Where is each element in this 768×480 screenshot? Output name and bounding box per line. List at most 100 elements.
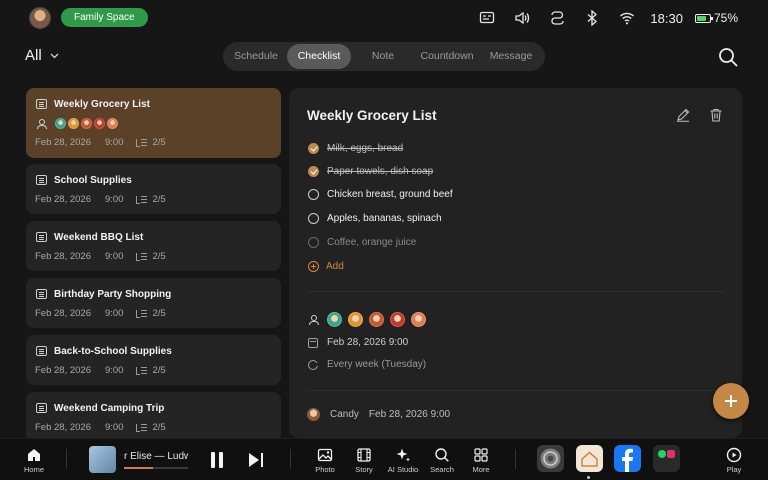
user-avatar[interactable] bbox=[29, 7, 51, 29]
person-icon bbox=[308, 314, 319, 325]
member-avatar bbox=[369, 312, 384, 327]
author-avatar bbox=[307, 408, 320, 421]
filter-dropdown[interactable]: All bbox=[25, 47, 59, 64]
track-progress bbox=[124, 467, 188, 469]
tab-message[interactable]: Message bbox=[479, 44, 543, 69]
tab-note[interactable]: Note bbox=[351, 44, 415, 69]
checklist-item[interactable]: Apples, bananas, spinach bbox=[308, 213, 442, 224]
member-avatar bbox=[411, 312, 426, 327]
author-row: Candy Feb 28, 2026 9:00 bbox=[307, 408, 450, 421]
subtasks-icon bbox=[135, 309, 147, 318]
app-folder-icon[interactable] bbox=[653, 445, 680, 472]
checked-checkbox[interactable] bbox=[308, 143, 319, 154]
album-art[interactable] bbox=[89, 446, 116, 473]
member-avatar bbox=[81, 118, 92, 129]
facebook-icon[interactable] bbox=[614, 445, 641, 472]
calendar-icon bbox=[308, 337, 318, 348]
dock-play[interactable]: Play bbox=[714, 443, 754, 474]
play-icon bbox=[726, 447, 742, 463]
item-text: Apples, bananas, spinach bbox=[327, 213, 442, 224]
bottom-dock: Home r Elise — Ludw Photo Story AI Studi… bbox=[0, 438, 768, 480]
card-time: 9:00 bbox=[105, 137, 124, 148]
grid-icon bbox=[473, 447, 489, 463]
card-time: 9:00 bbox=[105, 251, 124, 262]
subtasks-icon bbox=[135, 366, 147, 375]
link-icon[interactable] bbox=[548, 9, 566, 27]
card-progress: 2/5 bbox=[152, 251, 166, 262]
item-text: Chicken breast, ground beef bbox=[327, 189, 453, 200]
member-avatar bbox=[68, 118, 79, 129]
checklist-card[interactable]: Weekend Camping Trip Feb 28, 2026 9:00 2/5 bbox=[26, 392, 281, 442]
wifi-icon[interactable] bbox=[618, 9, 636, 27]
checklist-item[interactable]: Chicken breast, ground beef bbox=[308, 189, 453, 200]
card-meta: Feb 28, 2026 9:00 2/5 bbox=[35, 308, 166, 319]
card-progress: 2/5 bbox=[152, 194, 166, 205]
dock-search[interactable]: Search bbox=[422, 443, 462, 474]
checklist-card[interactable]: Birthday Party Shopping Feb 28, 2026 9:00 2… bbox=[26, 278, 281, 328]
family-space-button[interactable]: Family Space bbox=[61, 8, 148, 27]
checklist-card[interactable]: Weekend BBQ List Feb 28, 2026 9:00 2/5 bbox=[26, 221, 281, 271]
add-item-button[interactable]: Add bbox=[308, 261, 344, 272]
battery-percent: 75% bbox=[713, 11, 738, 25]
checked-checkbox[interactable] bbox=[308, 166, 319, 177]
list-icon bbox=[36, 403, 47, 413]
divider bbox=[515, 449, 516, 469]
checklist-item[interactable]: Paper towels, dish soap bbox=[308, 166, 433, 177]
clock: 18:30 bbox=[650, 10, 683, 26]
settings-app-icon[interactable] bbox=[537, 445, 564, 472]
member-avatar bbox=[55, 118, 66, 129]
checkbox[interactable] bbox=[308, 213, 319, 224]
view-tabs: Schedule Checklist Note Countdown Message bbox=[223, 42, 545, 71]
battery-icon bbox=[694, 13, 713, 23]
divider bbox=[307, 390, 724, 391]
checklist-card[interactable]: Weekly Grocery List Feb 28, 2026 9:00 2/5 bbox=[26, 88, 281, 158]
checklist-detail: Weekly Grocery List Milk, eggs, bread Pap… bbox=[289, 88, 742, 438]
chevron-down-icon bbox=[50, 53, 59, 58]
status-icons: 18:30 75% bbox=[461, 9, 738, 27]
skip-next-icon[interactable] bbox=[249, 452, 263, 468]
caption-icon[interactable] bbox=[478, 9, 496, 27]
dock-story[interactable]: Story bbox=[344, 443, 384, 474]
dock-play-label: Play bbox=[726, 465, 742, 474]
checkbox[interactable] bbox=[308, 237, 319, 248]
dock-ai-studio[interactable]: AI Studio bbox=[383, 443, 423, 474]
family-hub-app-icon[interactable] bbox=[576, 445, 603, 472]
subtasks-icon bbox=[135, 138, 147, 147]
bluetooth-icon[interactable] bbox=[583, 9, 601, 27]
trash-icon[interactable] bbox=[709, 108, 723, 122]
checklist-item[interactable]: Milk, eggs, bread bbox=[308, 143, 403, 154]
dock-more[interactable]: More bbox=[461, 443, 501, 474]
list-icon bbox=[36, 289, 47, 299]
dock-home[interactable]: Home bbox=[14, 443, 54, 474]
tab-checklist[interactable]: Checklist bbox=[287, 44, 351, 69]
tab-countdown[interactable]: Countdown bbox=[415, 44, 479, 69]
search-icon[interactable] bbox=[718, 47, 738, 67]
person-icon bbox=[36, 118, 47, 129]
volume-icon[interactable] bbox=[513, 9, 531, 27]
card-date: Feb 28, 2026 bbox=[35, 365, 91, 376]
dock-photo[interactable]: Photo bbox=[305, 443, 345, 474]
edit-icon[interactable] bbox=[676, 108, 690, 122]
pause-icon[interactable] bbox=[210, 452, 224, 468]
card-meta: Feb 28, 2026 9:00 2/5 bbox=[35, 365, 166, 376]
card-date: Feb 28, 2026 bbox=[35, 137, 91, 148]
card-progress: 2/5 bbox=[152, 365, 166, 376]
tab-schedule[interactable]: Schedule bbox=[225, 44, 287, 69]
card-title: Birthday Party Shopping bbox=[54, 289, 172, 300]
card-progress: 2/5 bbox=[152, 137, 166, 148]
detail-title: Weekly Grocery List bbox=[307, 108, 437, 123]
checklist-item[interactable]: Coffee, orange juice bbox=[308, 237, 416, 248]
add-fab-button[interactable] bbox=[713, 383, 749, 419]
checklist-card[interactable]: School Supplies Feb 28, 2026 9:00 2/5 bbox=[26, 164, 281, 214]
item-text: Milk, eggs, bread bbox=[327, 143, 404, 154]
card-time: 9:00 bbox=[105, 365, 124, 376]
track-title[interactable]: r Elise — Ludw bbox=[124, 451, 188, 462]
card-meta: Feb 28, 2026 9:00 2/5 bbox=[35, 137, 166, 148]
card-title: Weekend Camping Trip bbox=[54, 403, 165, 414]
checklist-card[interactable]: Back-to-School Supplies Feb 28, 2026 9:00 2… bbox=[26, 335, 281, 385]
dock-home-label: Home bbox=[23, 465, 44, 474]
checkbox[interactable] bbox=[308, 189, 319, 200]
card-meta: Feb 28, 2026 9:00 2/5 bbox=[35, 194, 166, 205]
subtasks-icon bbox=[135, 423, 147, 432]
list-icon bbox=[36, 232, 47, 242]
